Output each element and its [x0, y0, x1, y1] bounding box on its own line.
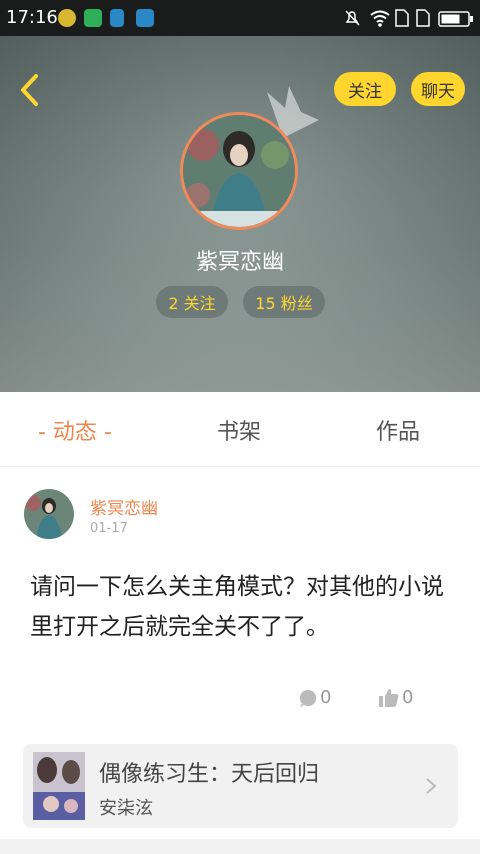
sim-icon: [395, 9, 409, 27]
book-card[interactable]: 偶像练习生：天后回归 安柒泫: [23, 744, 458, 828]
like-button[interactable]: 0: [378, 687, 413, 708]
post-avatar-image: [24, 489, 74, 539]
mute-icon: [345, 10, 360, 26]
back-arrow-icon[interactable]: [16, 72, 48, 108]
comment-button[interactable]: 0: [298, 687, 331, 708]
tab-activity[interactable]: - 动态 -: [38, 414, 112, 446]
activity-post: 紫冥恋幽 01-17 请问一下怎么关主角模式？对其他的小说里打开之后就完全关不了…: [0, 467, 480, 839]
comment-icon: [299, 689, 317, 707]
app-notification-icon: [58, 9, 76, 27]
post-content: 请问一下怎么关主角模式？对其他的小说里打开之后就完全关不了了。: [30, 574, 444, 640]
post-date: 01-17: [90, 521, 128, 536]
book-author: 安柒泫: [99, 798, 153, 819]
wifi-icon: [370, 10, 390, 27]
screenshot-icon: [136, 9, 154, 27]
tab-bar: - 动态 - 书架 作品: [0, 392, 480, 467]
chevron-right-icon: [426, 778, 437, 794]
tab-bookshelf[interactable]: 书架: [217, 414, 261, 446]
sim2-icon: [416, 9, 430, 27]
tab-works[interactable]: 作品: [376, 414, 420, 446]
battery-icon: [438, 11, 473, 27]
profile-name: 紫冥恋幽: [195, 250, 284, 275]
book-title: 偶像练习生：天后回归: [99, 762, 320, 787]
post-author-avatar[interactable]: [24, 489, 74, 539]
like-count: 0: [402, 687, 414, 708]
profile-avatar[interactable]: [180, 112, 298, 230]
avatar-image: [183, 115, 295, 227]
book-cover-image: [33, 752, 85, 820]
thumbs-up-icon: [379, 688, 399, 707]
following-count[interactable]: 2 关注: [156, 286, 228, 318]
chat-button[interactable]: 聊天: [411, 72, 465, 106]
lock-app-icon: [110, 9, 124, 27]
comment-count: 0: [320, 687, 332, 708]
status-bar: 17:16: [0, 0, 480, 36]
follow-button[interactable]: 关注: [334, 72, 396, 106]
browser-icon: [84, 9, 102, 27]
book-cover: [33, 752, 85, 820]
status-time: 17:16: [6, 7, 58, 28]
post-author-name[interactable]: 紫冥恋幽: [90, 494, 158, 519]
profile-header: 关注 聊天 紫冥恋幽 2 关注 15 粉丝: [0, 36, 480, 392]
fans-count[interactable]: 15 粉丝: [243, 286, 325, 318]
